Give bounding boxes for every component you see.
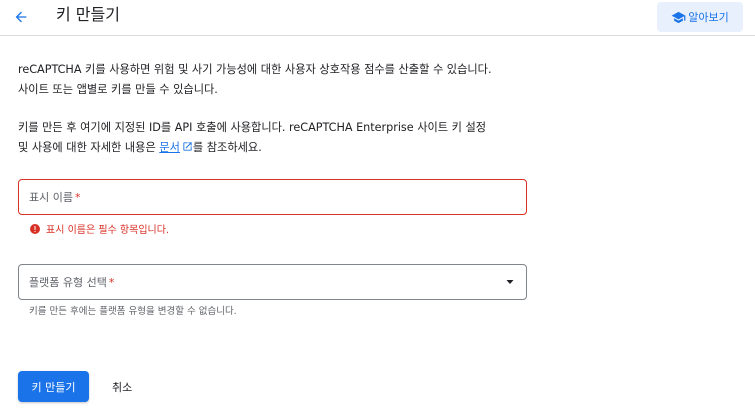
page-header: 키 만들기 알아보기 (0, 0, 755, 36)
open-in-new-icon (183, 142, 192, 151)
display-name-field[interactable]: 표시 이름 * (18, 179, 527, 215)
arrow-left-icon (15, 11, 27, 23)
display-name-label: 표시 이름 * (29, 191, 81, 204)
display-name-error: 표시 이름은 필수 항목입니다. (29, 221, 169, 236)
platform-type-label: 플랫폼 유형 선택 * (29, 276, 115, 289)
cancel-button[interactable]: 취소 (104, 371, 140, 402)
dropdown-arrow-icon (506, 280, 514, 284)
info-line-2-before: 및 사용에 대한 자세한 내용은 (18, 141, 160, 154)
learn-button[interactable]: 알아보기 (657, 2, 743, 32)
display-name-error-text: 표시 이름은 필수 항목입니다. (46, 225, 170, 236)
info-line-2-after: 를 참조하세요. (192, 141, 262, 154)
learn-button-label: 알아보기 (688, 11, 729, 24)
page-title: 키 만들기 (56, 5, 120, 24)
required-mark: * (74, 191, 81, 204)
platform-type-select[interactable]: 플랫폼 유형 선택 * (18, 264, 527, 300)
create-key-button[interactable]: 키 만들기 (18, 371, 89, 402)
info-line-2: 및 사용에 대한 자세한 내용은 문서 를 참조하세요. (18, 138, 538, 158)
intro-text: reCAPTCHA 키를 사용하면 위험 및 사기 가능성에 대한 사용자 상호… (18, 60, 538, 100)
docs-link[interactable]: 문서 (159, 141, 193, 154)
platform-helper-text: 키를 만든 후에는 플랫폼 유형을 변경할 수 없습니다. (29, 306, 237, 317)
back-button[interactable] (10, 6, 32, 28)
docs-link-label: 문서 (159, 141, 180, 154)
info-text: 키를 만든 후 여기에 지정된 ID를 API 호출에 사용합니다. reCAP… (18, 118, 538, 158)
error-icon (30, 223, 40, 234)
intro-line-1: reCAPTCHA 키를 사용하면 위험 및 사기 가능성에 대한 사용자 상호… (18, 63, 492, 76)
info-line-1: 키를 만든 후 여기에 지정된 ID를 API 호출에 사용합니다. reCAP… (18, 121, 487, 134)
intro-line-2: 사이트 또는 앱별로 키를 만들 수 있습니다. (18, 83, 218, 96)
required-mark: * (108, 276, 115, 289)
school-icon (671, 11, 686, 23)
